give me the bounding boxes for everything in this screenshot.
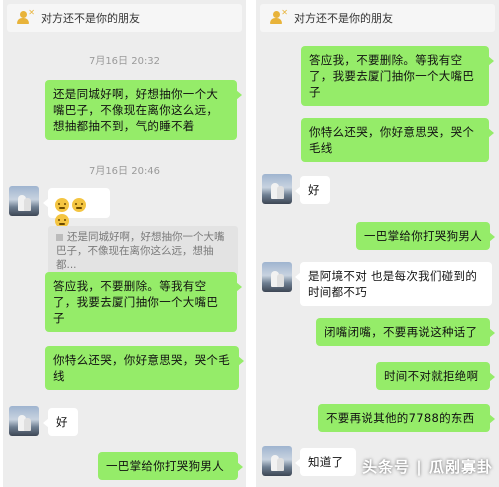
message-received[interactable]: 好	[295, 176, 330, 204]
message-sent[interactable]: 还是同城好啊，好想抽你一个大嘴巴子，不像现在离你这么远，想抽都抽不到，气的睡不着	[45, 80, 242, 140]
contact-avatar[interactable]	[9, 186, 39, 216]
banner-text: 对方还不是你的朋友	[41, 12, 140, 25]
message-sent[interactable]: 一巴掌给你打哭狗男人	[98, 452, 243, 480]
message-sent[interactable]: 时间不对就拒绝啊	[376, 362, 495, 390]
timestamp: 7月16日 20:32	[88, 56, 161, 67]
quoted-message[interactable]: 还是同城好啊，好想抽你一个大嘴巴子，不像现在离你这么远，想抽都...	[48, 226, 238, 276]
add-friend-icon: ✕	[270, 9, 288, 25]
message-sent[interactable]: 闭嘴闭嘴，不要再说这种话了	[316, 318, 495, 346]
message-received[interactable]: 知道了	[295, 448, 356, 476]
message-received[interactable]: 是阿境不对 也是每次我们碰到的时间都不巧	[295, 262, 492, 306]
grin-emoji-icon	[55, 197, 69, 212]
banner-text: 对方还不是你的朋友	[294, 12, 393, 25]
quote-icon	[56, 233, 63, 241]
not-friend-banner[interactable]: ✕ 对方还不是你的朋友	[7, 4, 242, 32]
message-sent[interactable]: 答应我，不要删除。等我有空了，我要去厦门抽你一个大嘴巴子	[301, 46, 494, 106]
chat-panel-left: ✕ 对方还不是你的朋友 7月16日 20:32 还是同城好啊，好想抽你一个大嘴巴…	[3, 0, 246, 487]
message-sent[interactable]: 答应我，不要删除。等我有空了，我要去厦门抽你一个大嘴巴子	[45, 272, 242, 332]
watermark: 头条号 | 瓜剐寡卦	[362, 458, 493, 476]
timestamp: 7月16日 20:46	[88, 166, 161, 177]
not-friend-banner[interactable]: ✕ 对方还不是你的朋友	[260, 4, 495, 32]
message-sent[interactable]: 一巴掌给你打哭狗男人	[356, 222, 495, 250]
grin-emoji-icon	[72, 197, 86, 212]
message-sent[interactable]: 不要再说其他的7788的东西	[318, 404, 495, 432]
message-received-emoji[interactable]	[43, 188, 110, 228]
contact-avatar[interactable]	[9, 406, 39, 436]
message-sent[interactable]: 你特么还哭，你好意思哭，哭个毛线	[301, 118, 494, 162]
contact-avatar[interactable]	[262, 446, 292, 476]
message-received[interactable]: 好	[43, 408, 78, 436]
quote-text: 还是同城好啊，好想抽你一个大嘴巴子，不像现在离你这么远，想抽都...	[56, 231, 225, 271]
add-friend-icon: ✕	[17, 9, 35, 25]
chat-panel-right: ✕ 对方还不是你的朋友 答应我，不要删除。等我有空了，我要去厦门抽你一个大嘴巴子…	[256, 0, 499, 487]
contact-avatar[interactable]	[262, 174, 292, 204]
contact-avatar[interactable]	[262, 262, 292, 292]
message-sent[interactable]: 你特么还哭，你好意思哭，哭个毛线	[45, 346, 244, 390]
